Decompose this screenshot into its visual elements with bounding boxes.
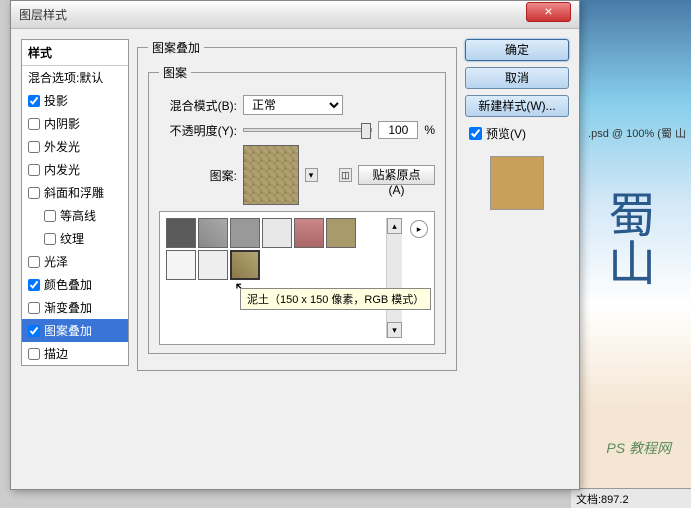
pattern-subgroup-title: 图案 — [159, 64, 191, 81]
snap-to-origin-button[interactable]: 贴紧原点(A) — [358, 165, 435, 185]
scroll-down-icon[interactable]: ▾ — [387, 322, 402, 338]
style-item-0[interactable]: 投影 — [22, 89, 128, 112]
style-checkbox[interactable] — [28, 279, 40, 291]
style-label: 渐变叠加 — [44, 299, 92, 316]
ok-button[interactable]: 确定 — [465, 39, 569, 61]
opacity-unit: % — [424, 123, 435, 137]
pattern-overlay-group: 图案叠加 图案 混合模式(B): 正常 不透明度(Y): % 图案: — [137, 39, 457, 371]
opacity-slider[interactable] — [243, 128, 372, 132]
styles-list-panel: 样式 混合选项:默认 投影内阴影外发光内发光斜面和浮雕等高线纹理光泽颜色叠加渐变… — [21, 39, 129, 479]
new-preset-icon[interactable]: ◫ — [339, 168, 352, 182]
style-checkbox[interactable] — [28, 256, 40, 268]
style-checkbox[interactable] — [28, 187, 40, 199]
style-item-4[interactable]: 斜面和浮雕 — [22, 181, 128, 204]
status-bar: 文档:897.2 — [571, 488, 691, 508]
style-item-9[interactable]: 渐变叠加 — [22, 296, 128, 319]
style-checkbox[interactable] — [28, 302, 40, 314]
style-checkbox[interactable] — [44, 233, 56, 245]
style-label: 图案叠加 — [44, 322, 92, 339]
style-item-3[interactable]: 内发光 — [22, 158, 128, 181]
pattern-dropdown-arrow[interactable]: ▾ — [305, 168, 318, 182]
style-checkbox[interactable] — [28, 325, 40, 337]
style-checkbox[interactable] — [44, 210, 56, 222]
dialog-title: 图层样式 — [19, 6, 526, 23]
opacity-input[interactable] — [378, 121, 418, 139]
scroll-up-icon[interactable]: ▴ — [387, 218, 402, 234]
style-item-6[interactable]: 纹理 — [22, 227, 128, 250]
style-checkbox[interactable] — [28, 141, 40, 153]
style-label: 光泽 — [44, 253, 68, 270]
style-label: 投影 — [44, 92, 68, 109]
pattern-swatch[interactable] — [294, 218, 324, 248]
style-label: 内阴影 — [44, 115, 80, 132]
picker-menu-icon[interactable]: ▸ — [410, 220, 428, 238]
picker-scrollbar[interactable]: ▴ ▾ — [386, 218, 402, 338]
style-label: 斜面和浮雕 — [44, 184, 104, 201]
cancel-button[interactable]: 取消 — [465, 67, 569, 89]
layer-style-dialog: 图层样式 × 样式 混合选项:默认 投影内阴影外发光内发光斜面和浮雕等高线纹理光… — [10, 0, 580, 490]
style-label: 内发光 — [44, 161, 80, 178]
style-label: 描边 — [44, 345, 68, 362]
style-label: 等高线 — [60, 207, 96, 224]
options-panel: 图案叠加 图案 混合模式(B): 正常 不透明度(Y): % 图案: — [137, 39, 457, 479]
preview-label: 预览(V) — [486, 125, 526, 142]
preview-checkbox[interactable] — [469, 127, 482, 140]
style-item-10[interactable]: 图案叠加 — [22, 319, 128, 342]
pattern-label: 图案: — [159, 167, 237, 184]
styles-header[interactable]: 样式 — [22, 40, 128, 66]
blend-mode-select[interactable]: 正常 — [243, 95, 343, 115]
style-label: 外发光 — [44, 138, 80, 155]
style-checkbox[interactable] — [28, 118, 40, 130]
style-label: 颜色叠加 — [44, 276, 92, 293]
style-checkbox[interactable] — [28, 95, 40, 107]
pattern-swatch[interactable] — [166, 250, 196, 280]
watermark-text: PS 教程网 — [606, 438, 671, 458]
style-checkbox[interactable] — [28, 348, 40, 360]
slider-thumb[interactable] — [361, 123, 371, 139]
style-item-1[interactable]: 内阴影 — [22, 112, 128, 135]
pattern-swatch[interactable] — [166, 218, 196, 248]
style-item-2[interactable]: 外发光 — [22, 135, 128, 158]
pattern-preview[interactable] — [243, 145, 299, 205]
style-checkbox[interactable] — [28, 164, 40, 176]
background-image — [571, 0, 691, 508]
dialog-titlebar[interactable]: 图层样式 × — [11, 1, 579, 29]
pattern-overlay-title: 图案叠加 — [148, 39, 204, 56]
style-item-7[interactable]: 光泽 — [22, 250, 128, 273]
pattern-tooltip: 泥土（150 x 150 像素，RGB 模式） — [240, 288, 431, 310]
document-tab-title: .psd @ 100% (蜀 山 — [588, 125, 686, 141]
close-button[interactable]: × — [526, 2, 571, 22]
dialog-buttons-panel: 确定 取消 新建样式(W)... 预览(V) — [465, 39, 569, 479]
blend-mode-label: 混合模式(B): — [159, 97, 237, 114]
pattern-swatch[interactable] — [198, 250, 228, 280]
style-preview-thumbnail — [490, 156, 544, 210]
pattern-swatch[interactable] — [198, 218, 228, 248]
pattern-swatch[interactable] — [230, 218, 260, 248]
pattern-swatch[interactable] — [326, 218, 356, 248]
style-label: 纹理 — [60, 230, 84, 247]
opacity-label: 不透明度(Y): — [159, 122, 237, 139]
style-item-11[interactable]: 描边 — [22, 342, 128, 365]
pattern-swatch-grid — [166, 218, 358, 338]
style-item-5[interactable]: 等高线 — [22, 204, 128, 227]
blending-options-default[interactable]: 混合选项:默认 — [22, 66, 128, 89]
new-style-button[interactable]: 新建样式(W)... — [465, 95, 569, 117]
pattern-swatch-selected[interactable] — [230, 250, 260, 280]
pattern-picker-popup: ▴ ▾ ▸ ↖ 泥土（150 x 150 像素，RGB 模式） — [159, 211, 435, 345]
pattern-subgroup: 图案 混合模式(B): 正常 不透明度(Y): % 图案: ▾ — [148, 64, 446, 354]
pattern-swatch[interactable] — [262, 218, 292, 248]
style-item-8[interactable]: 颜色叠加 — [22, 273, 128, 296]
